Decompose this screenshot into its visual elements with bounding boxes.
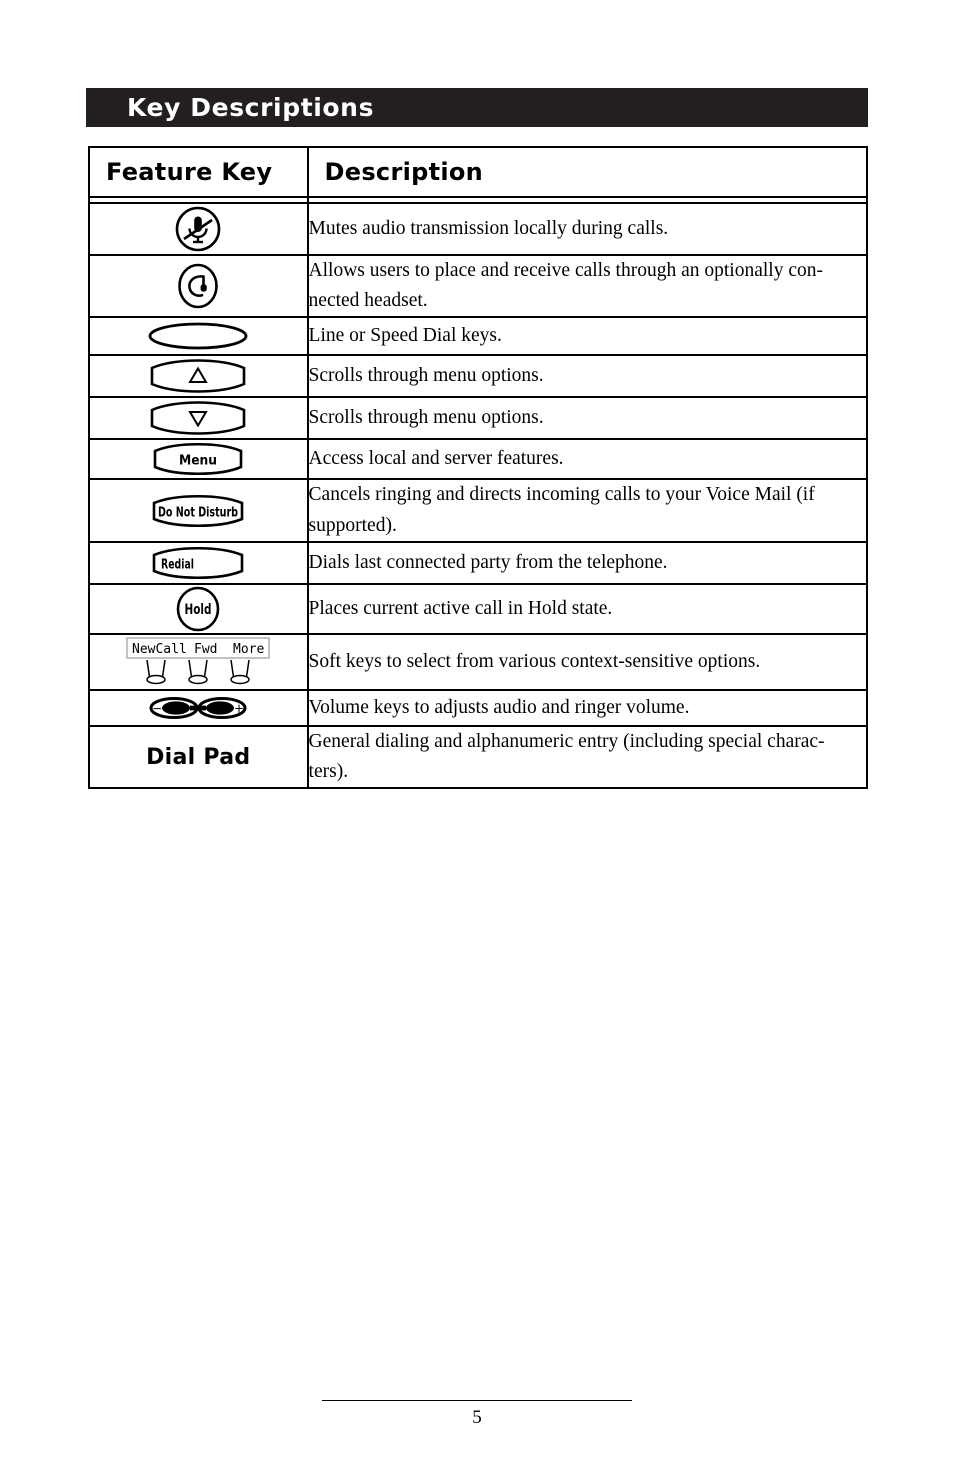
page-footer: 5	[322, 1400, 632, 1429]
description-cell: Allows users to place and receive calls …	[306, 253, 869, 319]
volume-minus-label: −	[152, 701, 162, 715]
description-cell: Access local and server features.	[306, 438, 869, 481]
description-cell: Cancels ringing and directs incoming cal…	[306, 478, 869, 543]
table-header-row: Feature Key Description	[88, 146, 869, 198]
key-descriptions-table: Feature Key Description Mutes audio tran…	[88, 146, 869, 790]
description-line: Access local and server features.	[308, 448, 564, 470]
description-cell: Scrolls through menu options.	[306, 354, 869, 399]
volume-plus-label: +	[234, 701, 244, 715]
table-row: Mutes audio transmission locally during …	[88, 202, 869, 256]
redial-key-label: Redial	[161, 556, 194, 572]
section-title: Key Descriptions	[127, 92, 375, 122]
manual-page: Key Descriptions Feature Key Description	[0, 0, 954, 1475]
description-cell: Volume keys to adjusts audio and ringer …	[306, 688, 869, 727]
table-row: Menu Access local and server features.	[88, 438, 869, 481]
description-cell: Mutes audio transmission locally during …	[306, 202, 869, 256]
description-line: supported).	[308, 514, 397, 536]
feature-key-cell	[88, 354, 309, 399]
feature-key-cell: Do Not Disturb	[88, 478, 309, 543]
column-header-description-label: Description	[324, 158, 484, 186]
line-key-oval-icon	[148, 323, 248, 350]
description-cell: Scrolls through menu options.	[306, 396, 869, 441]
soft-keys-icon: NewCall Fwd More	[126, 637, 270, 685]
table-row: Hold Places current active call in Hold …	[88, 582, 869, 635]
description-line: nected headset.	[308, 290, 428, 312]
feature-key-cell	[88, 316, 309, 357]
table-row: Redial Dials last connected party from t…	[88, 540, 869, 585]
feature-key-cell: Menu	[88, 438, 309, 481]
description-cell: Line or Speed Dial keys.	[306, 316, 869, 357]
dial-pad-label: Dial Pad	[146, 744, 251, 770]
menu-key-icon: Menu	[153, 443, 243, 476]
menu-key-label: Menu	[179, 454, 217, 469]
section-header-bar: Key Descriptions	[86, 88, 868, 127]
soft-key-label-3: More	[233, 642, 264, 657]
table-row: Scrolls through menu options.	[88, 396, 869, 441]
feature-key-cell: NewCall Fwd More	[88, 632, 309, 691]
volume-keys-icon: − +	[149, 696, 247, 719]
feature-key-cell: − +	[88, 688, 309, 727]
feature-key-cell: Dial Pad	[88, 724, 309, 790]
table-row: Do Not Disturb Cancels ringing and direc…	[88, 478, 869, 543]
description-line: Line or Speed Dial keys.	[308, 325, 502, 347]
soft-key-label-2: Fwd	[194, 642, 217, 657]
feature-key-cell: Hold	[88, 582, 309, 635]
table-row: NewCall Fwd More Soft keys to select fro…	[88, 632, 869, 691]
description-cell: General dialing and alphanumeric entry (…	[306, 724, 869, 790]
feature-key-cell	[88, 396, 309, 441]
description-line: Cancels ringing and directs incoming cal…	[308, 484, 815, 506]
soft-key-label-1: NewCall	[132, 642, 187, 657]
mute-microphone-icon	[175, 206, 221, 252]
headset-icon	[178, 263, 219, 309]
feature-key-cell: Redial	[88, 540, 309, 585]
description-line: Volume keys to adjusts audio and ringer …	[308, 696, 690, 718]
hold-key-label: Hold	[185, 602, 212, 618]
column-header-description: Description	[306, 146, 869, 198]
do-not-disturb-key-label: Do Not Disturb	[158, 505, 238, 520]
description-line: Allows users to place and receive calls …	[308, 260, 823, 281]
scroll-up-key-icon	[150, 359, 246, 394]
column-header-feature-key-label: Feature Key	[106, 158, 273, 186]
description-line: Dials last connected party from the tele…	[308, 551, 668, 573]
redial-key-icon: Redial	[152, 546, 244, 579]
description-line: Scrolls through menu options.	[308, 365, 544, 387]
description-line: Mutes audio transmission locally during …	[308, 217, 669, 239]
column-header-feature-key: Feature Key	[88, 146, 309, 198]
table-row: Scrolls through menu options.	[88, 354, 869, 399]
table-row: Line or Speed Dial keys.	[88, 316, 869, 357]
table-row: Dial Pad General dialing and alphanumeri…	[88, 724, 869, 790]
feature-key-cell	[88, 202, 309, 256]
page-number: 5	[472, 1407, 482, 1428]
description-cell: Soft keys to select from various context…	[306, 632, 869, 691]
description-line: Scrolls through menu options.	[308, 407, 544, 429]
table-row: − + Volume keys to adjusts audio and rin…	[88, 688, 869, 727]
description-line: Places current active call in Hold state…	[308, 597, 613, 619]
footer-divider	[322, 1400, 632, 1401]
description-cell: Dials last connected party from the tele…	[306, 540, 869, 585]
description-cell: Places current active call in Hold state…	[306, 582, 869, 635]
description-line: Soft keys to select from various context…	[308, 650, 761, 672]
description-line: ters).	[308, 761, 349, 783]
table-body: Mutes audio transmission locally during …	[88, 202, 869, 790]
do-not-disturb-key-icon: Do Not Disturb	[152, 494, 244, 527]
feature-key-cell	[88, 253, 309, 319]
scroll-down-key-icon	[150, 401, 246, 436]
description-line: General dialing and alphanumeric entry (…	[308, 730, 825, 752]
table-row: Allows users to place and receive calls …	[88, 253, 869, 319]
hold-key-icon: Hold	[176, 586, 220, 632]
